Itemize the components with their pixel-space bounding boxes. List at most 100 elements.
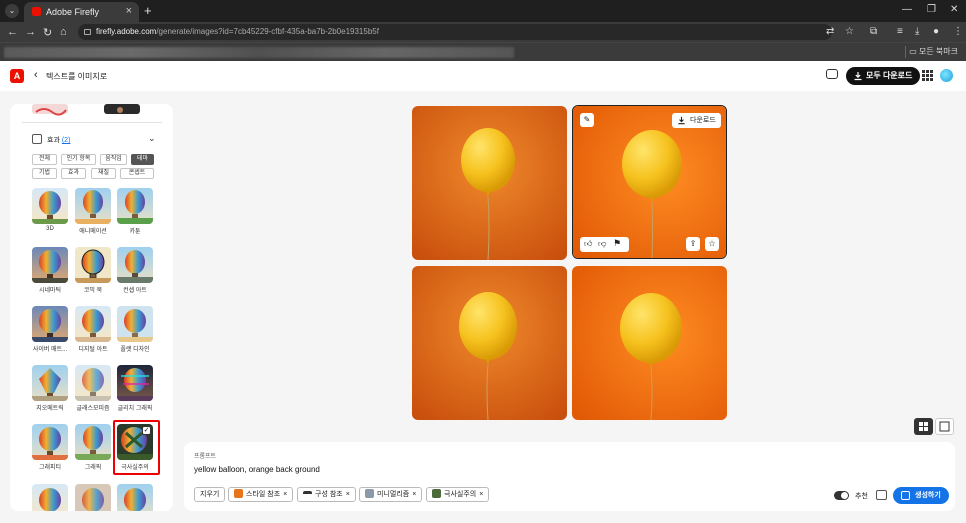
effects-count[interactable]: (2) bbox=[62, 137, 71, 144]
tag-label: 구성 참조 bbox=[315, 491, 343, 498]
generated-image-2[interactable]: ✎ 다운로드 👍︎ 👎︎ ⚑ ⇪ ☆ bbox=[572, 105, 727, 259]
download-button[interactable]: 다운로드 bbox=[672, 113, 721, 128]
remove-tag-icon[interactable]: × bbox=[412, 491, 416, 498]
all-bookmarks-button[interactable]: ▭ 모든 북마크 bbox=[909, 46, 958, 57]
effect-tile-comic-book[interactable] bbox=[75, 247, 111, 283]
remove-tag-icon[interactable]: × bbox=[346, 491, 350, 498]
recommend-toggle[interactable] bbox=[834, 491, 849, 500]
tag-composition-reference[interactable]: 구성 참조 × bbox=[297, 487, 356, 502]
tag-style-reference[interactable]: 스타일 참조 × bbox=[228, 487, 294, 502]
effect-tile-cartoon[interactable] bbox=[117, 188, 153, 224]
effect-tile-cinematic[interactable] bbox=[32, 247, 68, 283]
blurred-bookmarks bbox=[4, 47, 514, 58]
site-info-icon[interactable] bbox=[84, 29, 91, 35]
browser-tab[interactable]: Adobe Firefly × bbox=[24, 2, 139, 22]
prompt-label: 프롬프트 bbox=[194, 454, 217, 460]
generate-button[interactable]: 생성하기 bbox=[893, 487, 949, 504]
share-icon[interactable]: ⇪ bbox=[686, 237, 700, 251]
effect-tile-graffiti[interactable] bbox=[32, 424, 68, 460]
extensions-icon[interactable]: ⧉ bbox=[870, 26, 877, 37]
tab-title: Adobe Firefly bbox=[46, 7, 100, 17]
new-tab-icon[interactable]: + bbox=[144, 3, 152, 18]
profile-icon[interactable]: ● bbox=[933, 26, 939, 37]
flag-icon[interactable]: ⚑ bbox=[613, 238, 621, 249]
effect-tile-digital-art[interactable] bbox=[75, 306, 111, 342]
feedback-icon[interactable] bbox=[826, 69, 838, 79]
effect-tile-cyber-matrix[interactable] bbox=[32, 306, 68, 342]
thumbs-up-icon[interactable]: 👍︎ bbox=[584, 239, 592, 249]
chip-theme[interactable]: 테마 bbox=[131, 154, 154, 165]
effect-tile-more-1[interactable] bbox=[32, 484, 68, 511]
effect-tile-glassmorphism[interactable] bbox=[75, 365, 111, 401]
generated-image-1[interactable] bbox=[412, 106, 567, 260]
tile-label: 플랫 디자인 bbox=[120, 347, 150, 353]
downloads-icon[interactable]: ⤓ bbox=[915, 26, 919, 37]
thumbs-down-icon[interactable]: 👎︎ bbox=[598, 239, 606, 249]
bookmark-star-icon[interactable]: ☆ bbox=[845, 26, 854, 37]
tag-label: 극사실주의 bbox=[444, 491, 477, 498]
close-window-icon[interactable]: ✕ bbox=[950, 4, 958, 15]
sidebar-top-thumbnails bbox=[32, 104, 142, 116]
grid-view-toggle[interactable] bbox=[914, 418, 933, 435]
edit-pencil-icon[interactable]: ✎ bbox=[580, 113, 594, 127]
effect-tile-more-2[interactable] bbox=[75, 484, 111, 511]
chip-effect[interactable]: 효과 bbox=[61, 168, 86, 179]
chip-material[interactable]: 재질 bbox=[91, 168, 116, 179]
generated-image-3[interactable] bbox=[412, 266, 567, 420]
translate-icon[interactable]: ⇄ bbox=[826, 26, 834, 37]
feedback-group: 👍︎ 👎︎ ⚑ bbox=[580, 237, 629, 252]
download-all-button[interactable]: 모두 다운로드 bbox=[846, 67, 921, 85]
composition-reference-thumbnail bbox=[303, 491, 312, 497]
effect-tile-flat-design[interactable] bbox=[117, 306, 153, 342]
remove-tag-icon[interactable]: × bbox=[479, 491, 483, 498]
effect-tile-animation[interactable] bbox=[75, 188, 111, 224]
reload-icon[interactable]: ↻ bbox=[43, 26, 52, 39]
effect-tile-concept-art[interactable] bbox=[117, 247, 153, 283]
app-switcher-icon[interactable] bbox=[922, 70, 933, 81]
breadcrumb[interactable]: 텍스트를 이미지로 bbox=[46, 71, 107, 82]
hyperrealism-thumbnail bbox=[432, 489, 441, 498]
tab-close-icon[interactable]: × bbox=[126, 5, 132, 17]
settings-icon[interactable] bbox=[876, 490, 887, 500]
remove-tag-icon[interactable]: × bbox=[283, 491, 287, 498]
home-icon[interactable]: ⌂ bbox=[60, 26, 67, 38]
media-icon[interactable]: ≡ bbox=[897, 26, 903, 37]
tag-label: 스타일 참조 bbox=[246, 491, 281, 498]
chevron-up-icon[interactable]: ⌄ bbox=[148, 133, 156, 144]
effects-title: 효과 bbox=[47, 137, 60, 144]
minimize-icon[interactable]: — bbox=[902, 4, 912, 15]
bookmarks-bar: ▭ 모든 북마크 bbox=[0, 42, 966, 61]
address-bar: ← → ↻ ⌂ firefly.adobe.com/generate/image… bbox=[0, 22, 966, 42]
effects-icon bbox=[32, 134, 42, 144]
chip-popular[interactable]: 인기 항목 bbox=[61, 154, 96, 165]
tag-hyperrealism[interactable]: 극사실주의 × bbox=[426, 487, 490, 502]
browser-tab-bar: ⌄ Adobe Firefly × + — ❐ ✕ bbox=[0, 0, 966, 22]
tag-minimalism[interactable]: 미니멀리즘 × bbox=[359, 487, 423, 502]
single-view-toggle[interactable] bbox=[935, 418, 954, 435]
effect-tile-graphic[interactable] bbox=[75, 424, 111, 460]
effect-tile-3d[interactable] bbox=[32, 188, 68, 224]
chip-concept[interactable]: 콘셉트 bbox=[120, 168, 154, 179]
back-icon[interactable]: ← bbox=[7, 26, 18, 38]
browser-menu-icon[interactable]: ⋮ bbox=[953, 26, 963, 37]
adobe-favicon-icon bbox=[32, 7, 41, 16]
generated-image-4[interactable] bbox=[572, 266, 727, 420]
chip-all[interactable]: 전체 bbox=[32, 154, 57, 165]
effect-tile-glitch-graphic[interactable] bbox=[117, 365, 153, 401]
forward-icon[interactable]: → bbox=[25, 26, 36, 38]
clear-button[interactable]: 지우기 bbox=[194, 487, 226, 502]
url-field[interactable]: firefly.adobe.com/generate/images?id=7cb… bbox=[78, 24, 832, 40]
restore-icon[interactable]: ❐ bbox=[927, 4, 936, 15]
prompt-input[interactable]: yellow balloon, orange back ground bbox=[194, 465, 320, 474]
chip-motion[interactable]: 움직임 bbox=[100, 154, 127, 165]
tile-label: 카툰 bbox=[129, 229, 141, 235]
back-chevron-icon[interactable]: ‹ bbox=[34, 69, 38, 81]
chip-technique[interactable]: 기법 bbox=[32, 168, 57, 179]
avatar[interactable] bbox=[940, 69, 953, 82]
tab-search-icon[interactable]: ⌄ bbox=[5, 4, 19, 18]
favorite-star-icon[interactable]: ☆ bbox=[705, 237, 719, 251]
folder-icon: ▭ bbox=[909, 47, 919, 56]
effect-tile-more-3[interactable] bbox=[117, 484, 153, 511]
effect-tile-geometric[interactable] bbox=[32, 365, 68, 401]
adobe-logo[interactable]: A bbox=[10, 69, 24, 83]
